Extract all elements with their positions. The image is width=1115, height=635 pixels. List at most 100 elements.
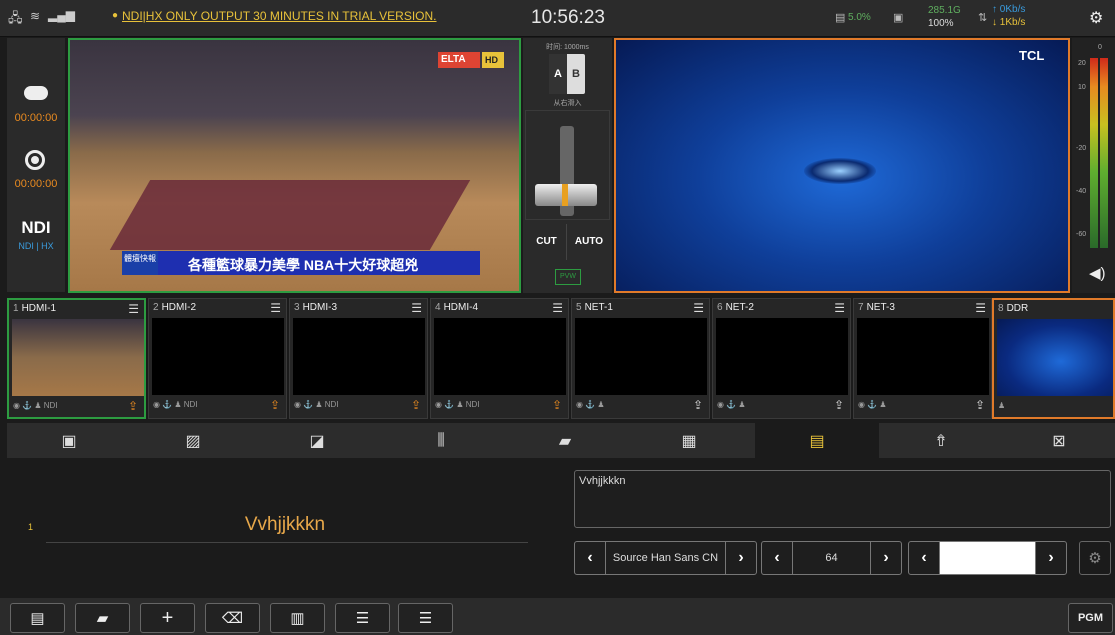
source-name: DDR <box>1006 303 1029 314</box>
plus-icon: + <box>161 606 174 629</box>
speaker-icon[interactable]: ◀) <box>1089 264 1106 282</box>
clear-all-button[interactable]: ▥ <box>270 603 325 633</box>
source-upload-icon[interactable]: ⇪ <box>975 398 985 412</box>
source-status: ◉ ⚓ ♟ <box>858 400 887 409</box>
align-left-button[interactable]: ☰ <box>398 603 453 633</box>
source-tile-hdmi-2[interactable]: 2 HDMI-2 ☰ ◉ ⚓ ♟ NDI ⇪ <box>148 298 287 419</box>
tcl-brand: TCL <box>1019 48 1045 63</box>
transition-direction: 从右滑入 <box>553 100 582 107</box>
cpu-icon: ▤ <box>835 12 846 24</box>
stream-upload-icon: ⇮ <box>934 432 948 450</box>
align-right-button[interactable]: ☰ <box>335 603 390 633</box>
source-tile-net-1[interactable]: 5 NET-1 ☰ ◉ ⚓ ♟ ⇪ <box>571 298 710 419</box>
cloud-stream-icon[interactable] <box>24 86 48 100</box>
add-button[interactable]: + <box>140 603 195 633</box>
source-menu-icon[interactable]: ☰ <box>270 301 281 315</box>
network-port-icon: 🖧 <box>8 10 23 25</box>
source-thumbnail <box>857 318 989 395</box>
source-name: NET-1 <box>584 302 613 313</box>
font-next-button[interactable]: › <box>726 542 756 574</box>
backspace-icon: ⌫ <box>221 610 244 627</box>
source-menu-icon[interactable]: ☰ <box>693 301 704 315</box>
source-menu-icon[interactable]: ☰ <box>834 301 845 315</box>
meter-bar-left <box>1090 58 1098 248</box>
font-selector[interactable]: ‹ Source Han Sans CN › <box>574 541 757 575</box>
source-menu-icon[interactable]: ☰ <box>975 301 986 315</box>
source-menu-icon[interactable]: ☰ <box>411 301 422 315</box>
ndi-logo[interactable]: NDI <box>7 218 65 238</box>
source-tile-ddr[interactable]: 8 DDR ♟ <box>992 298 1115 419</box>
source-status: ◉ ⚓ ♟ NDI <box>435 400 480 409</box>
font-size-value: 64 <box>792 542 871 574</box>
tab-media-folder[interactable]: ▰ <box>503 423 627 458</box>
source-number: 4 <box>435 302 441 313</box>
folder-icon: ▰ <box>558 432 572 450</box>
top-bar: 🖧 ≋ ▂▄▆ ● NDI|HX ONLY OUTPUT 30 MINUTES … <box>0 0 1115 37</box>
source-upload-icon[interactable]: ⇪ <box>693 398 703 412</box>
source-upload-icon[interactable]: ⇪ <box>834 398 844 412</box>
source-number: 7 <box>858 302 864 313</box>
save-button[interactable]: ▤ <box>10 603 65 633</box>
transition-type-button[interactable]: A B <box>549 54 585 94</box>
source-upload-icon[interactable]: ⇪ <box>270 398 280 412</box>
subtitle-notepad-icon: ▤ <box>809 432 825 450</box>
storage-percent: 100% <box>928 18 954 29</box>
source-tile-hdmi-4[interactable]: 4 HDMI-4 ☰ ◉ ⚓ ♟ NDI ⇪ <box>430 298 569 419</box>
pvw-pgm-toggle-icon[interactable]: PVW <box>555 269 581 285</box>
program-monitor[interactable]: TCL <box>614 38 1070 293</box>
meter-scale-10: 10 <box>1078 84 1086 91</box>
open-folder-button[interactable]: ▰ <box>75 603 130 633</box>
source-upload-icon[interactable]: ⇪ <box>128 399 138 413</box>
size-next-button[interactable]: › <box>871 542 901 574</box>
source-tile-hdmi-3[interactable]: 3 HDMI-3 ☰ ◉ ⚓ ♟ NDI ⇪ <box>289 298 428 419</box>
source-upload-icon[interactable]: ⇪ <box>552 398 562 412</box>
tab-ndi[interactable]: ⊠ <box>1003 423 1115 458</box>
subtitle-line-text[interactable]: Vvhjjkkkn <box>44 514 526 536</box>
pgm-button[interactable]: PGM <box>1068 603 1113 633</box>
subtitle-text-input[interactable]: Vvhjjkkkn <box>574 470 1111 528</box>
trial-notice-link[interactable]: NDI|HX ONLY OUTPUT 30 MINUTES IN TRIAL V… <box>122 9 437 23</box>
tab-image-overlay[interactable]: ▨ <box>131 423 255 458</box>
cpu-usage: 5.0% <box>848 12 871 23</box>
color-prev-button[interactable]: ‹ <box>909 542 939 574</box>
size-prev-button[interactable]: ‹ <box>762 542 792 574</box>
audio-meter: 0 20 10 -20 -40 -60 ◀) <box>1072 38 1115 293</box>
source-menu-icon[interactable]: ☰ <box>552 301 563 315</box>
font-size-selector[interactable]: ‹ 64 › <box>761 541 902 575</box>
channel-logo: ELTA <box>438 52 480 68</box>
tab-timer[interactable]: ▦ <box>627 423 751 458</box>
source-tile-hdmi-1[interactable]: 1 HDMI-1 ☰ ◉ ⚓ ♟ NDI ⇪ <box>7 298 146 419</box>
color-selector[interactable]: ‹ › <box>908 541 1067 575</box>
tab-pip[interactable]: ◪ <box>255 423 379 458</box>
source-tile-net-3[interactable]: 7 NET-3 ☰ ◉ ⚓ ♟ ⇪ <box>853 298 992 419</box>
source-header: 5 NET-1 <box>572 299 709 317</box>
source-status: ◉ ⚓ ♟ NDI <box>153 400 198 409</box>
source-status: ◉ ⚓ ♟ NDI <box>294 400 339 409</box>
record-icon[interactable] <box>25 150 45 170</box>
delete-button[interactable]: ⌫ <box>205 603 260 633</box>
auto-button[interactable]: AUTO <box>569 224 609 260</box>
source-thumbnail <box>434 318 566 395</box>
cut-button[interactable]: CUT <box>527 224 567 260</box>
source-tag: NDI <box>183 400 198 409</box>
source-name: HDMI-1 <box>21 303 57 314</box>
source-upload-icon[interactable]: ⇪ <box>411 398 421 412</box>
tab-image[interactable]: ▣ <box>7 423 131 458</box>
preview-monitor[interactable]: ELTA HD 體壇快報 各種籃球暴力美學 NBA十大好球超兇 <box>68 38 521 293</box>
t-bar-handle[interactable] <box>535 184 597 206</box>
signal-icon: ▂▄▆ <box>48 8 75 22</box>
tab-stream[interactable]: ⇮ <box>879 423 1003 458</box>
font-prev-button[interactable]: ‹ <box>575 542 605 574</box>
settings-gear-icon[interactable]: ⚙ <box>1089 8 1103 28</box>
source-thumbnail <box>293 318 425 395</box>
subtitle-settings-gear-icon[interactable]: ⚙ <box>1079 541 1111 575</box>
source-tile-net-2[interactable]: 6 NET-2 ☰ ◉ ⚓ ♟ ⇪ <box>712 298 851 419</box>
source-header: 1 HDMI-1 <box>9 300 144 318</box>
transition-b: B <box>572 68 580 80</box>
color-next-button[interactable]: › <box>1036 542 1066 574</box>
news-tag: 體壇快報 <box>122 251 158 275</box>
tab-audio-mixer[interactable]: ⫼ <box>379 423 503 458</box>
source-menu-icon[interactable]: ☰ <box>128 302 139 316</box>
tab-subtitle[interactable]: ▤ <box>755 423 879 458</box>
source-status: ◉ ⚓ ♟ NDI <box>13 401 58 410</box>
